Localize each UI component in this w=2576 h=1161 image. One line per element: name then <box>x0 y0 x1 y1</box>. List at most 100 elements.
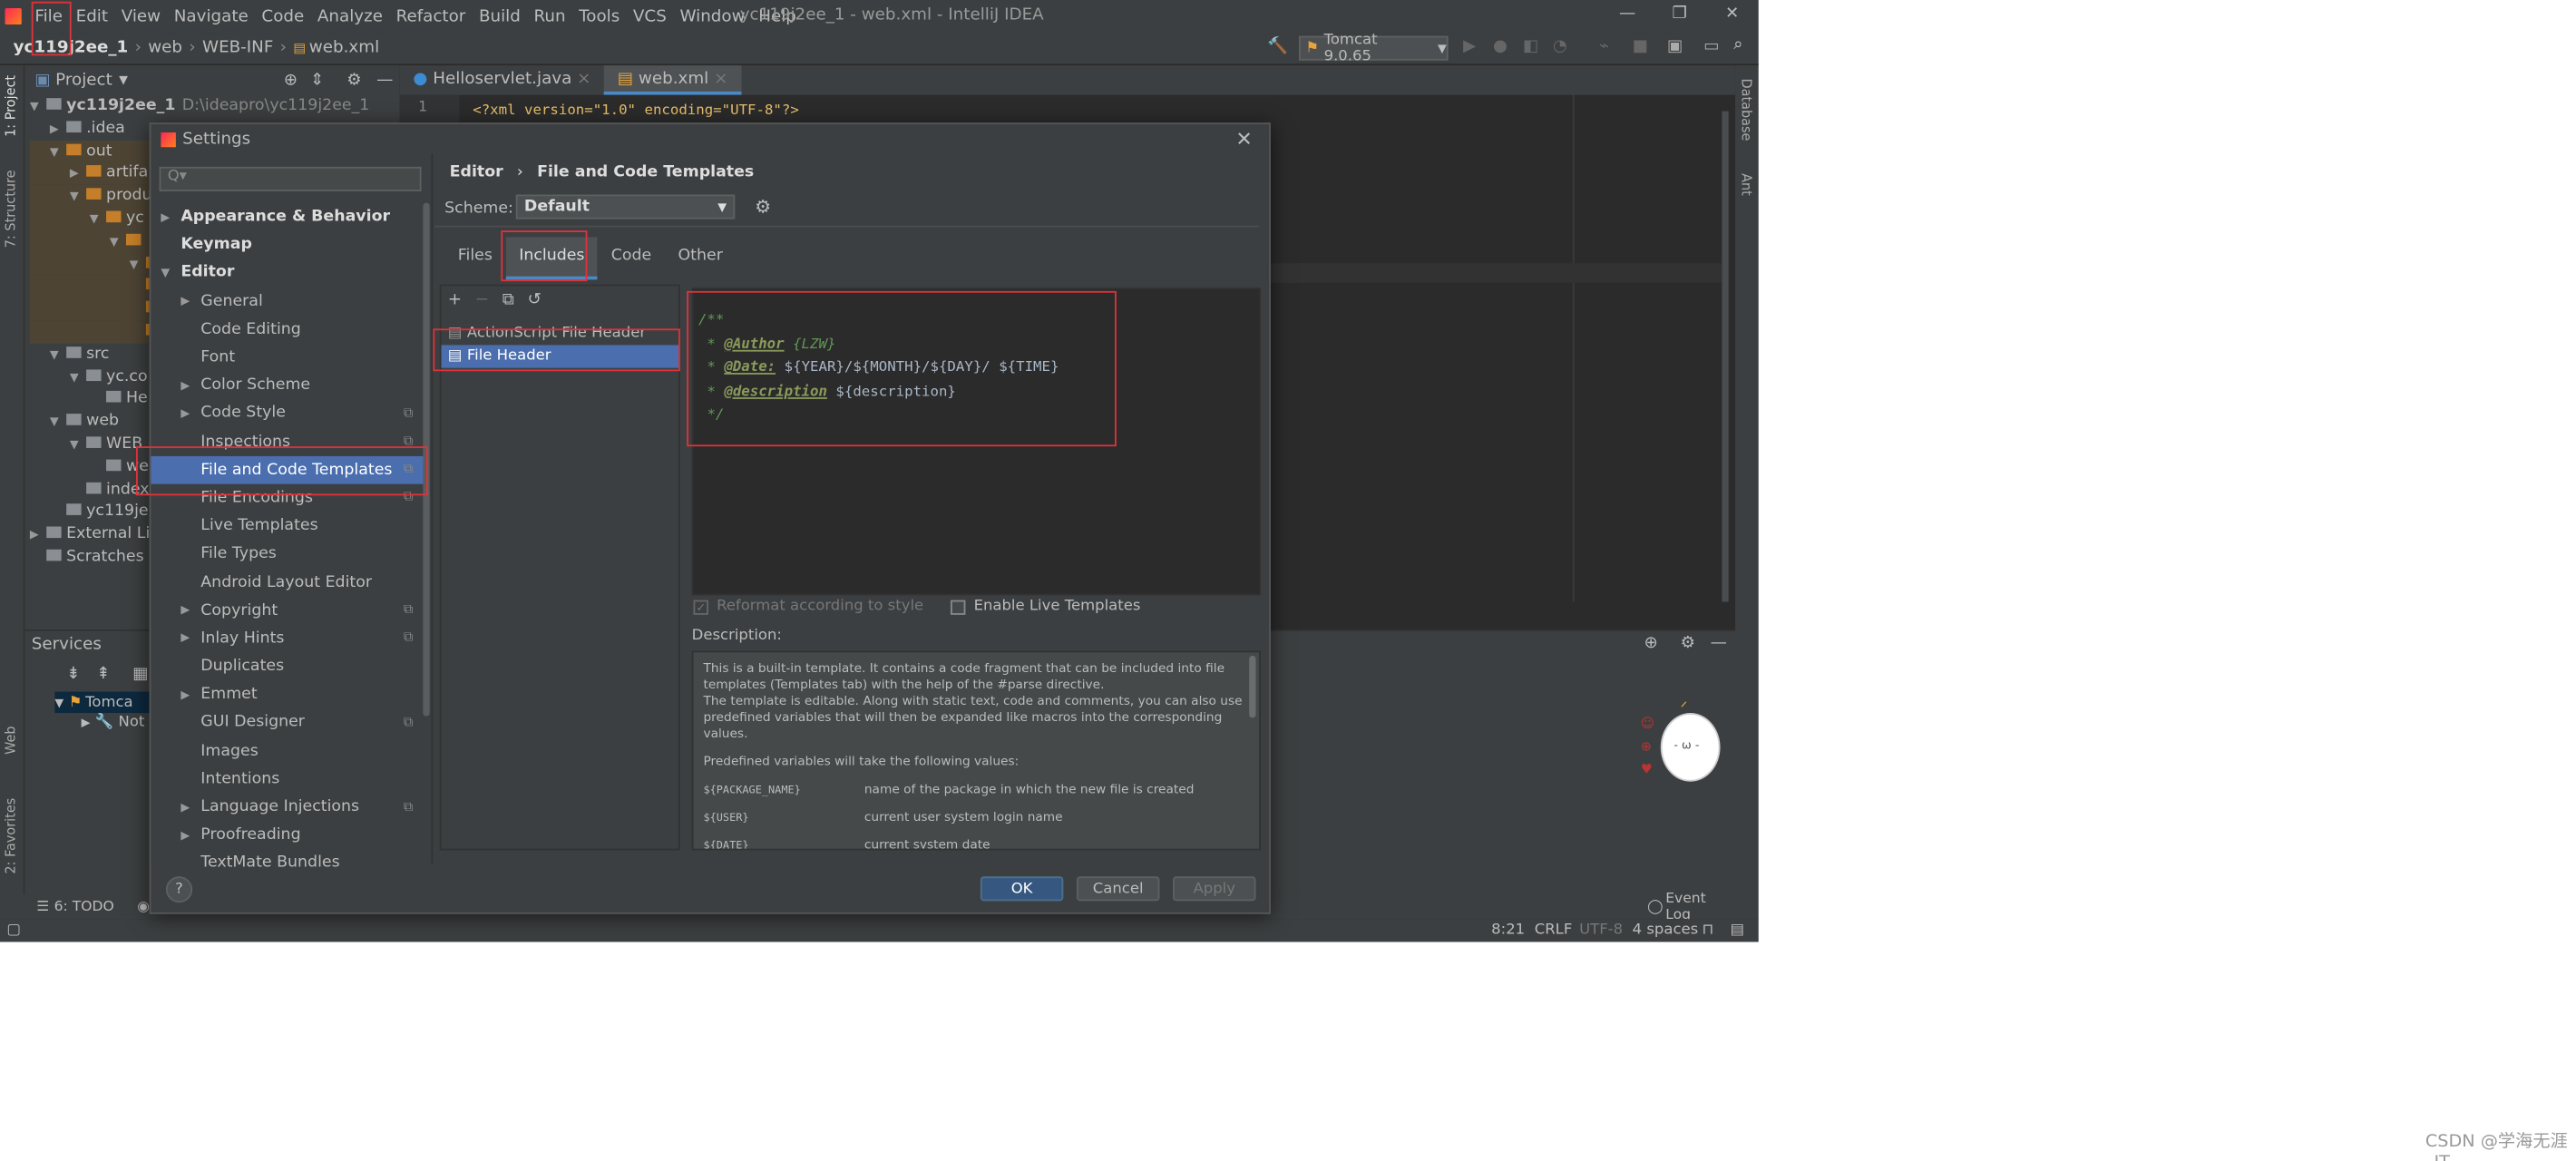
locate-icon[interactable]: ⊕ <box>1644 634 1657 652</box>
layout-icon[interactable]: ▭ <box>1703 37 1719 55</box>
menu-navigate[interactable]: Navigate <box>167 7 255 25</box>
chevron-right-icon[interactable]: ▶ <box>181 295 195 307</box>
memory-icon[interactable]: ▤ <box>1731 922 1745 939</box>
caret-position[interactable]: 8:21 <box>1491 922 1525 939</box>
group-icon[interactable]: ▦ <box>132 666 148 684</box>
sidebar-item[interactable]: Android Layout Editor <box>151 568 426 596</box>
chevron-down-icon[interactable]: ▼ <box>119 73 128 86</box>
search-everywhere-icon[interactable]: ⌕ <box>1733 36 1742 54</box>
editor-scrollbar[interactable] <box>1722 111 1729 602</box>
description-scrollbar[interactable] <box>1249 655 1256 718</box>
chevron-right-icon[interactable]: ▶ <box>181 379 195 392</box>
template-item-selected[interactable]: ▤ File Header <box>441 345 679 368</box>
sidebar-item[interactable]: Intentions <box>151 765 426 793</box>
chevron-down-icon[interactable]: ▼ <box>50 413 66 435</box>
chevron-down-icon[interactable]: ▼ <box>130 254 146 277</box>
reset-icon[interactable]: ↺ <box>527 290 541 308</box>
services-title[interactable]: Services <box>32 636 102 654</box>
copy-icon[interactable]: ⧉ <box>503 290 514 308</box>
collapse-all-icon[interactable]: ⇞ <box>96 666 110 684</box>
file-encoding[interactable]: UTF-8 <box>1579 922 1623 939</box>
services-item-not-started[interactable]: ▶ 🔧 Not <box>82 715 145 731</box>
sidebar-item[interactable]: ▶ Inlay Hints ⧉ <box>151 624 426 652</box>
ok-button[interactable]: OK <box>980 876 1064 902</box>
live-templates-checkbox[interactable]: Enable Live Templates <box>950 599 1140 615</box>
menu-code[interactable]: Code <box>255 7 310 25</box>
locate-icon[interactable]: ⊕ <box>284 71 298 89</box>
gear-icon[interactable]: ⚙ <box>346 71 361 89</box>
chevron-down-icon[interactable]: ▼ <box>90 210 106 232</box>
build-hammer-icon[interactable]: 🔨 <box>1267 37 1288 55</box>
sidebar-item[interactable]: Keymap <box>151 231 426 259</box>
chevron-right-icon[interactable]: ▶ <box>181 604 195 617</box>
chevron-right-icon[interactable]: ▶ <box>181 688 195 701</box>
profile-icon[interactable]: ◔ <box>1553 37 1567 55</box>
close-icon[interactable]: × <box>577 71 590 89</box>
chevron-right-icon[interactable]: ▶ <box>181 829 195 842</box>
sidebar-item[interactable]: File Types <box>151 540 426 568</box>
indent-setting[interactable]: 4 spaces <box>1633 922 1699 939</box>
menu-tools[interactable]: Tools <box>572 7 627 25</box>
line-separator[interactable]: CRLF <box>1535 922 1573 939</box>
sidebar-item[interactable]: Images <box>151 737 426 765</box>
chevron-down-icon[interactable]: ▼ <box>70 367 86 390</box>
reformat-checkbox[interactable]: ✓ Reformat according to style <box>693 599 923 615</box>
tree-node[interactable]: ▼ yc119j2ee_1 D:\ideapro\yc119j2ee_1 <box>30 95 400 118</box>
restore-button[interactable]: ❐ <box>1673 5 1687 23</box>
expand-all-icon[interactable]: ⇟ <box>66 666 80 684</box>
chevron-down-icon[interactable]: ▼ <box>110 232 126 255</box>
tab-files[interactable]: Files <box>444 237 505 279</box>
menu-run[interactable]: Run <box>527 7 572 25</box>
favorites-tool-tab[interactable]: 2: Favorites <box>4 798 18 874</box>
sidebar-item[interactable]: ▶ Proofreading <box>151 821 426 849</box>
debug-icon[interactable]: ● <box>1493 37 1508 55</box>
tab-web-xml[interactable]: ▤ web.xml × <box>604 65 742 95</box>
menu-edit[interactable]: Edit <box>69 7 114 25</box>
settings-search-input[interactable]: Q▾ <box>159 166 422 191</box>
menu-build[interactable]: Build <box>473 7 528 25</box>
gear-icon[interactable]: ⚙ <box>1681 634 1695 652</box>
remove-icon[interactable]: − <box>475 290 489 308</box>
chevron-right-icon[interactable]: ▶ <box>181 407 195 420</box>
sidebar-item[interactable]: Font <box>151 343 426 371</box>
sidebar-item[interactable]: ▶ Code Style ⧉ <box>151 399 426 427</box>
tab-helloservlet[interactable]: ● Helloservlet.java × <box>400 65 604 94</box>
todo-tab[interactable]: 6: TODO <box>54 899 114 915</box>
run-icon[interactable]: ▶ <box>1463 37 1476 55</box>
chevron-right-icon[interactable]: ▶ <box>181 801 195 814</box>
sidebar-item[interactable]: ▶ Color Scheme <box>151 371 426 399</box>
chevron-down-icon[interactable]: ▼ <box>161 267 175 279</box>
sidebar-item[interactable]: GUI Designer ⧉ <box>151 708 426 737</box>
close-icon[interactable]: ✕ <box>1235 128 1252 151</box>
chevron-down-icon[interactable]: ▼ <box>70 187 86 210</box>
sidebar-item[interactable]: ▶ Emmet <box>151 680 426 708</box>
project-panel-title[interactable]: Project <box>55 71 112 89</box>
status-toggle-icon[interactable]: ▢ <box>6 922 21 939</box>
sidebar-item[interactable]: File and Code Templates ⧉ <box>151 455 427 484</box>
run-config-select[interactable]: ⚑ Tomcat 9.0.65 ▼ <box>1299 32 1449 64</box>
scheme-select[interactable]: Default ▼ <box>515 194 736 220</box>
breadcrumb-project[interactable]: yc119j2ee_1 <box>14 39 129 57</box>
chevron-right-icon[interactable]: ▶ <box>161 210 175 223</box>
chevron-down-icon[interactable]: ▼ <box>50 345 66 367</box>
menu-analyze[interactable]: Analyze <box>311 7 390 25</box>
attach-icon[interactable]: ⌁ <box>1599 37 1609 55</box>
ant-tool-tab[interactable]: Ant <box>1739 173 1753 196</box>
sidebar-item[interactable]: ▶ Appearance & Behavior <box>151 203 426 231</box>
menu-vcs[interactable]: VCS <box>627 7 674 25</box>
gear-icon[interactable]: ⚙ <box>755 196 771 217</box>
database-tool-tab[interactable]: Database <box>1739 79 1753 141</box>
structure-tool-tab[interactable]: 7: Structure <box>4 170 18 248</box>
breadcrumb-web[interactable]: web <box>148 39 182 57</box>
lock-icon[interactable]: ⊓ <box>1702 922 1713 939</box>
sidebar-item[interactable]: Inspections ⧉ <box>151 427 426 455</box>
menu-refactor[interactable]: Refactor <box>389 7 472 25</box>
chevron-down-icon[interactable]: ▼ <box>50 141 66 164</box>
sidebar-item[interactable]: ▶ General <box>151 288 426 316</box>
sidebar-item[interactable]: File Encodings ⧉ <box>151 483 426 512</box>
web-tool-tab[interactable]: Web <box>4 726 18 754</box>
tab-includes[interactable]: Includes <box>505 237 599 280</box>
sidebar-item[interactable]: Code Editing <box>151 315 426 343</box>
services-tab-icon[interactable]: ◉ <box>137 899 150 915</box>
chevron-right-icon[interactable]: ▶ <box>181 632 195 645</box>
